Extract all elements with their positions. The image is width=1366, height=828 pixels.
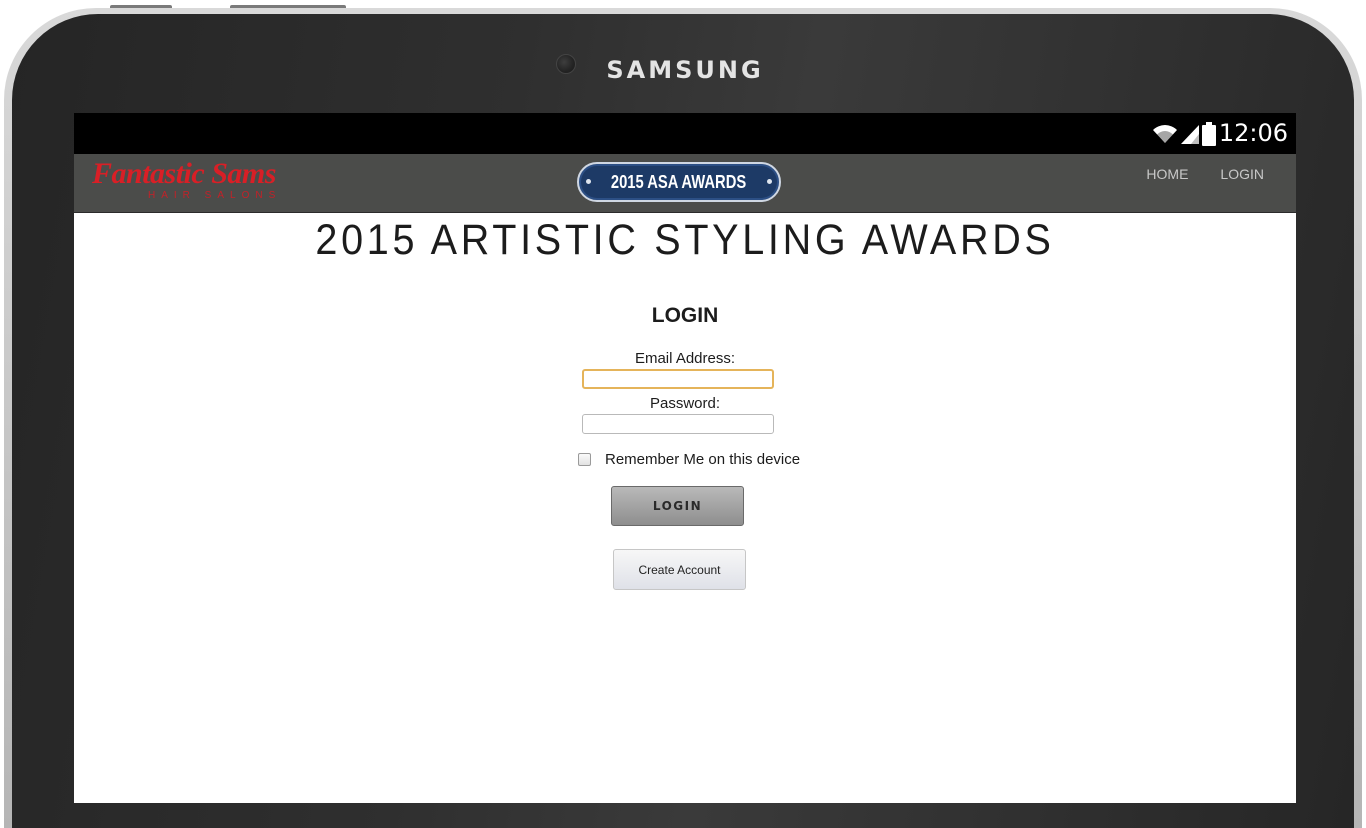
wifi-icon [1153,125,1177,143]
remember-me-row: Remember Me on this device [578,451,800,468]
site-header: Fantastic Sams HAIR SALONS 2015 ASA AWAR… [74,154,1296,213]
nav-home-link[interactable]: HOME [1146,166,1188,182]
top-nav: HOME LOGIN [1146,166,1264,182]
tablet-screen: 12:06 Fantastic Sams HAIR SALONS 2015 AS… [74,113,1296,803]
battery-icon [1202,122,1216,146]
badge-text: 2015 ASA AWARDS [611,171,747,192]
login-button[interactable]: LOGIN [611,486,744,526]
badge-dot-left [586,179,591,184]
login-heading: LOGIN [651,304,719,327]
fantastic-sams-logo[interactable]: Fantastic Sams HAIR SALONS [92,158,342,206]
status-bar: 12:06 [74,113,1296,154]
status-icons [1152,121,1216,147]
page-title: 2015 ARTISTIC STYLING AWARDS [315,216,1055,264]
status-time: 12:06 [1218,119,1288,147]
main-content: 2015 ARTISTIC STYLING AWARDS LOGIN Email… [74,212,1296,802]
signal-icon [1181,125,1199,144]
create-account-button[interactable]: Create Account [613,549,746,590]
logo-subtitle: HAIR SALONS [148,190,282,201]
email-label: Email Address: [634,350,736,367]
email-field[interactable] [582,369,774,389]
logo-wordmark: Fantastic Sams [92,157,276,190]
password-label: Password: [649,395,721,412]
password-field[interactable] [582,414,774,434]
nav-login-link[interactable]: LOGIN [1220,166,1264,182]
device-brand: SAMSUNG [606,56,764,84]
remember-me-checkbox[interactable] [578,453,591,466]
asa-awards-badge: 2015 ASA AWARDS [577,162,781,202]
badge-dot-right [767,179,772,184]
remember-me-label[interactable]: Remember Me on this device [605,451,800,468]
